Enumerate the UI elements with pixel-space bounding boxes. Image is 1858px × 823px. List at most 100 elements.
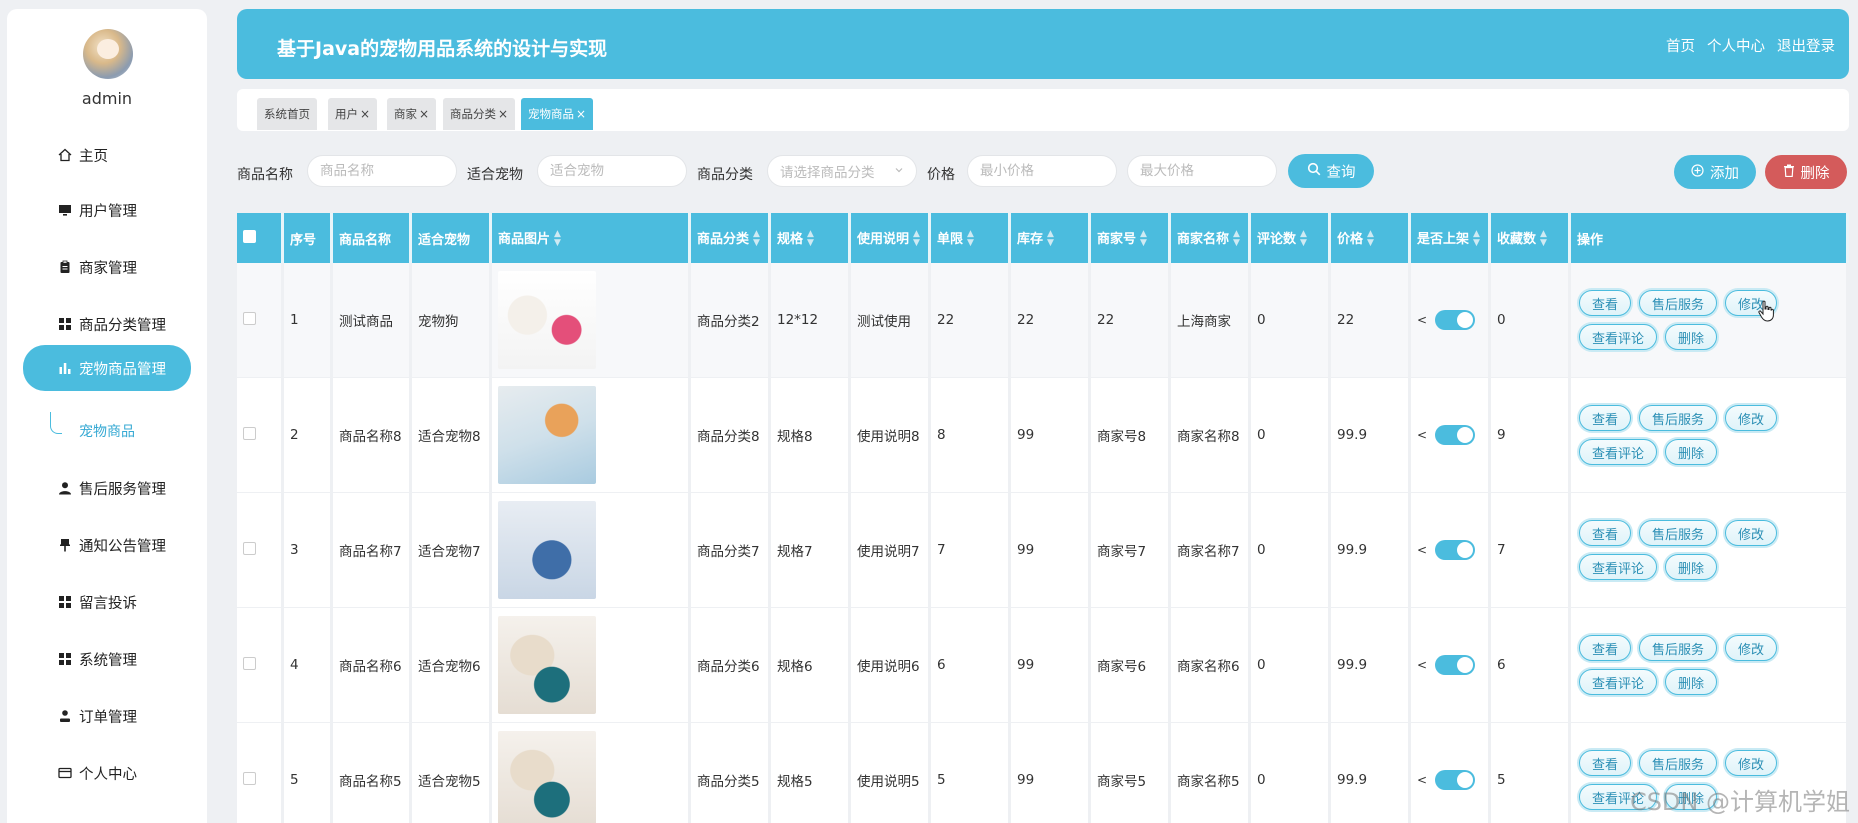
header-link-logout[interactable]: 退出登录 — [1777, 35, 1835, 56]
close-icon[interactable]: × — [419, 107, 429, 121]
column-header[interactable]: 适合宠物 — [412, 213, 492, 263]
category-select[interactable]: 请选择商品分类 — [767, 155, 917, 187]
row-delete-button[interactable]: 删除 — [1665, 669, 1718, 695]
max-price-input[interactable] — [1127, 155, 1277, 187]
close-icon[interactable]: × — [576, 107, 586, 121]
listing-toggle[interactable] — [1435, 425, 1476, 445]
row-actions: 查看 售后服务 修改查看评论 删除 — [1577, 405, 1807, 465]
header-link-profile[interactable]: 个人中心 — [1707, 35, 1765, 56]
row-delete-button[interactable]: 删除 — [1665, 554, 1718, 580]
after-sales-button[interactable]: 售后服务 — [1639, 290, 1718, 316]
row-checkbox[interactable] — [243, 656, 256, 670]
sidebar-item-merchants[interactable]: 商家管理 — [23, 244, 191, 290]
sidebar-item-complaints[interactable]: 留言投诉 — [23, 579, 191, 625]
column-header[interactable]: 商品图片 ▲ ▼ — [492, 213, 691, 263]
view-button[interactable]: 查看 — [1579, 750, 1632, 776]
after-sales-button[interactable]: 售后服务 — [1639, 405, 1718, 431]
column-header[interactable]: 商品名称 — [333, 213, 412, 263]
sidebar-item-label: 留言投诉 — [79, 595, 137, 612]
view-comments-button[interactable]: 查看评论 — [1579, 439, 1658, 465]
min-price-input[interactable] — [967, 155, 1117, 187]
add-button[interactable]: 添加 — [1674, 155, 1756, 189]
column-header[interactable]: 单限 ▲ ▼ — [931, 213, 1011, 263]
product-image[interactable] — [498, 501, 596, 599]
column-header[interactable]: 商品分类 ▲ ▼ — [691, 213, 771, 263]
edit-button[interactable]: 修改 — [1725, 635, 1778, 661]
view-comments-button[interactable]: 查看评论 — [1579, 324, 1658, 350]
cell-value: 商品名称6 — [339, 659, 402, 675]
view-comments-button[interactable]: 查看评论 — [1579, 669, 1658, 695]
edit-button[interactable]: 修改 — [1725, 750, 1778, 776]
header-select-all[interactable] — [237, 213, 284, 263]
cell-select[interactable] — [237, 378, 284, 493]
sidebar-item-users[interactable]: 用户管理 — [23, 187, 191, 233]
avatar[interactable] — [83, 29, 133, 79]
row-checkbox[interactable] — [243, 541, 256, 555]
column-header[interactable]: 商家号 ▲ ▼ — [1091, 213, 1171, 263]
column-header[interactable]: 评论数 ▲ ▼ — [1251, 213, 1331, 263]
tab-home[interactable]: 系统首页 — [257, 98, 317, 130]
view-button[interactable]: 查看 — [1579, 520, 1632, 546]
listing-toggle[interactable] — [1435, 310, 1476, 330]
edit-button[interactable]: 修改 — [1725, 405, 1778, 431]
pet-input[interactable] — [537, 155, 687, 187]
product-image[interactable] — [498, 386, 596, 484]
sidebar-item-label: 订单管理 — [79, 709, 137, 726]
tab-categories[interactable]: 商品分类 × — [443, 98, 516, 130]
column-header[interactable]: 价格 ▲ ▼ — [1331, 213, 1411, 263]
sidebar-item-pet-products[interactable]: 宠物商品管理 — [23, 345, 191, 391]
sidebar-item-notices[interactable]: 通知公告管理 — [23, 522, 191, 568]
share-icon[interactable]: < — [1417, 428, 1427, 442]
sidebar-item-home[interactable]: 主页 — [23, 132, 191, 178]
cell-select[interactable] — [237, 608, 284, 723]
tab-merchants[interactable]: 商家 × — [387, 98, 437, 130]
cell-select[interactable] — [237, 263, 284, 378]
query-button[interactable]: 查询 — [1288, 154, 1374, 188]
sidebar-item-profile[interactable]: 个人中心 — [23, 750, 191, 796]
name-input[interactable] — [307, 155, 457, 187]
row-checkbox[interactable] — [243, 311, 256, 325]
product-image[interactable] — [498, 616, 596, 714]
share-icon[interactable]: < — [1417, 773, 1427, 787]
column-header[interactable]: 是否上架 ▲ ▼ — [1411, 213, 1491, 263]
sidebar-subitem-pet-products[interactable]: 宠物商品 — [79, 421, 135, 441]
column-header[interactable]: 规格 ▲ ▼ — [771, 213, 851, 263]
delete-button[interactable]: 删除 — [1765, 155, 1847, 189]
share-icon[interactable]: < — [1417, 658, 1427, 672]
product-image[interactable] — [498, 731, 596, 823]
share-icon[interactable]: < — [1417, 543, 1427, 557]
view-button[interactable]: 查看 — [1579, 290, 1632, 316]
tab-pet-products[interactable]: 宠物商品 × — [521, 98, 594, 130]
column-header[interactable]: 收藏数 ▲ ▼ — [1491, 213, 1571, 263]
row-checkbox[interactable] — [243, 426, 256, 440]
after-sales-button[interactable]: 售后服务 — [1639, 750, 1718, 776]
column-header[interactable]: 使用说明 ▲ ▼ — [851, 213, 931, 263]
sidebar-item-system[interactable]: 系统管理 — [23, 636, 191, 682]
product-image[interactable] — [498, 271, 596, 369]
close-icon[interactable]: × — [498, 107, 508, 121]
listing-toggle[interactable] — [1435, 655, 1476, 675]
view-button[interactable]: 查看 — [1579, 635, 1632, 661]
after-sales-button[interactable]: 售后服务 — [1639, 520, 1718, 546]
row-delete-button[interactable]: 删除 — [1665, 324, 1718, 350]
cell-select[interactable] — [237, 723, 284, 823]
share-icon[interactable]: < — [1417, 313, 1427, 327]
sidebar-item-categories[interactable]: 商品分类管理 — [23, 301, 191, 347]
sidebar-item-orders[interactable]: 订单管理 — [23, 693, 191, 739]
cell-select[interactable] — [237, 493, 284, 608]
listing-toggle[interactable] — [1435, 770, 1476, 790]
row-checkbox[interactable] — [243, 771, 256, 785]
view-comments-button[interactable]: 查看评论 — [1579, 554, 1658, 580]
select-all-checkbox[interactable] — [243, 229, 256, 243]
sidebar-item-after-sales[interactable]: 售后服务管理 — [23, 465, 191, 511]
after-sales-button[interactable]: 售后服务 — [1639, 635, 1718, 661]
edit-button[interactable]: 修改 — [1725, 520, 1778, 546]
column-header[interactable]: 库存 ▲ ▼ — [1011, 213, 1091, 263]
tab-users[interactable]: 用户 × — [328, 98, 378, 130]
listing-toggle[interactable] — [1435, 540, 1476, 560]
view-button[interactable]: 查看 — [1579, 405, 1632, 431]
header-link-home[interactable]: 首页 — [1666, 35, 1695, 56]
close-icon[interactable]: × — [360, 107, 370, 121]
row-delete-button[interactable]: 删除 — [1665, 439, 1718, 465]
column-header[interactable]: 商家名称 ▲ ▼ — [1171, 213, 1251, 263]
